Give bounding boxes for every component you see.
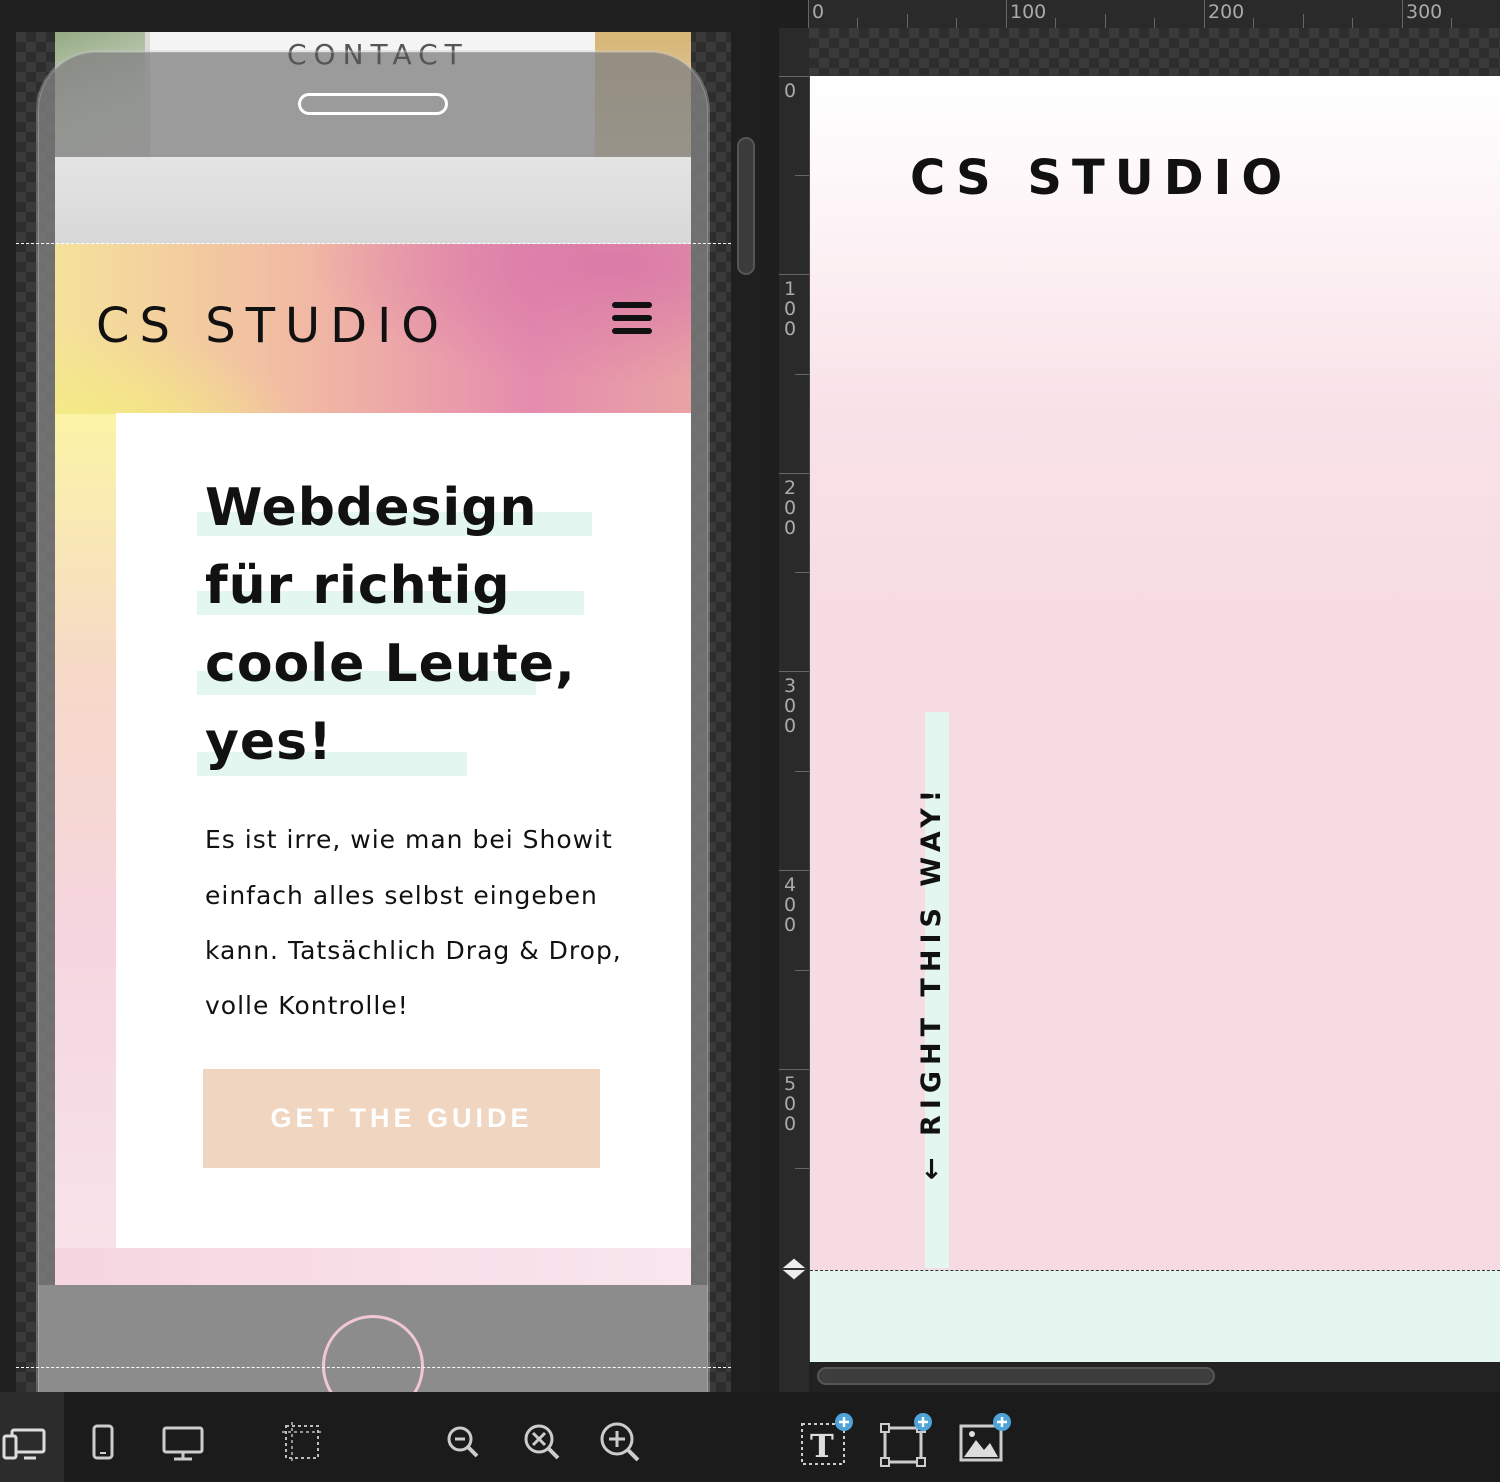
section-boundary-line bbox=[810, 75, 1500, 76]
desktop-next-section[interactable] bbox=[810, 1270, 1500, 1362]
mobile-next-section bbox=[55, 1248, 691, 1285]
hero-headline-line[interactable]: Webdesign bbox=[205, 478, 538, 538]
add-shape-icon[interactable] bbox=[879, 1412, 935, 1468]
phone-frame-side bbox=[38, 157, 55, 1287]
hamburger-menu-icon[interactable] bbox=[612, 302, 652, 336]
hero-headline-line[interactable]: für richtig bbox=[205, 556, 511, 616]
hero-body-line[interactable]: volle Kontrolle! bbox=[205, 991, 409, 1020]
right-this-way-text[interactable]: ← RIGHT THIS WAY! bbox=[916, 784, 947, 1180]
section-boundary-line bbox=[810, 1270, 1500, 1271]
horizontal-ruler: 0 100 200 300 bbox=[808, 0, 1500, 29]
zoom-out-icon[interactable] bbox=[441, 1420, 485, 1464]
bottom-toolbar bbox=[0, 1392, 1500, 1482]
hero-headline-line[interactable]: coole Leute, bbox=[205, 634, 576, 694]
canvas-transparency-strip bbox=[809, 28, 1500, 76]
section-boundary-line bbox=[16, 243, 731, 244]
section-boundary-line bbox=[16, 1367, 731, 1368]
ruler-label: 100 bbox=[1010, 1, 1047, 23]
add-image-icon[interactable] bbox=[958, 1412, 1014, 1468]
desktop-logo[interactable]: CS STUDIO bbox=[910, 150, 1292, 206]
ruler-label: 100 bbox=[783, 278, 797, 340]
photo-desk bbox=[55, 157, 691, 244]
ruler-label: 500 bbox=[783, 1073, 797, 1135]
get-the-guide-button[interactable]: GET THE GUIDE bbox=[203, 1069, 600, 1168]
ruler-label: 200 bbox=[1208, 1, 1245, 23]
svg-text:T: T bbox=[810, 1427, 834, 1465]
ruler-label: 300 bbox=[1406, 1, 1443, 23]
zoom-fit-icon[interactable] bbox=[520, 1420, 564, 1464]
ruler-label: 0 bbox=[783, 80, 797, 102]
vertical-ruler: 0 100 200 300 400 500 bbox=[779, 28, 810, 1392]
select-area-icon[interactable] bbox=[280, 1420, 324, 1464]
mobile-view-icon[interactable] bbox=[81, 1420, 125, 1464]
ruler-label: 400 bbox=[783, 874, 797, 936]
nav-contact-link[interactable]: CONTACT bbox=[287, 38, 469, 71]
phone-speaker-icon bbox=[298, 93, 448, 115]
hero-body-line[interactable]: kann. Tatsächlich Drag & Drop, bbox=[205, 936, 622, 965]
desktop-view-icon[interactable] bbox=[161, 1420, 205, 1464]
ruler-label: 200 bbox=[783, 477, 797, 539]
zoom-in-icon[interactable] bbox=[598, 1420, 642, 1464]
canvas-horizontal-scrollbar[interactable] bbox=[817, 1367, 1215, 1385]
add-text-icon[interactable]: T bbox=[800, 1412, 856, 1468]
phone-frame-side bbox=[691, 157, 708, 1287]
ruler-label: 300 bbox=[783, 675, 797, 737]
mobile-vertical-scrollbar[interactable] bbox=[737, 137, 755, 275]
mobile-logo[interactable]: CS STUDIO bbox=[96, 298, 449, 354]
hero-body-line[interactable]: einfach alles selbst eingeben bbox=[205, 881, 598, 910]
hero-headline-line[interactable]: yes! bbox=[205, 712, 333, 772]
ruler-label: 0 bbox=[812, 1, 825, 23]
hero-body-line[interactable]: Es ist irre, wie man bei Showit bbox=[205, 825, 613, 854]
both-views-icon[interactable] bbox=[2, 1420, 46, 1464]
section-resize-handle-icon[interactable] bbox=[779, 1257, 809, 1281]
desktop-canvas-section[interactable] bbox=[810, 76, 1500, 1270]
